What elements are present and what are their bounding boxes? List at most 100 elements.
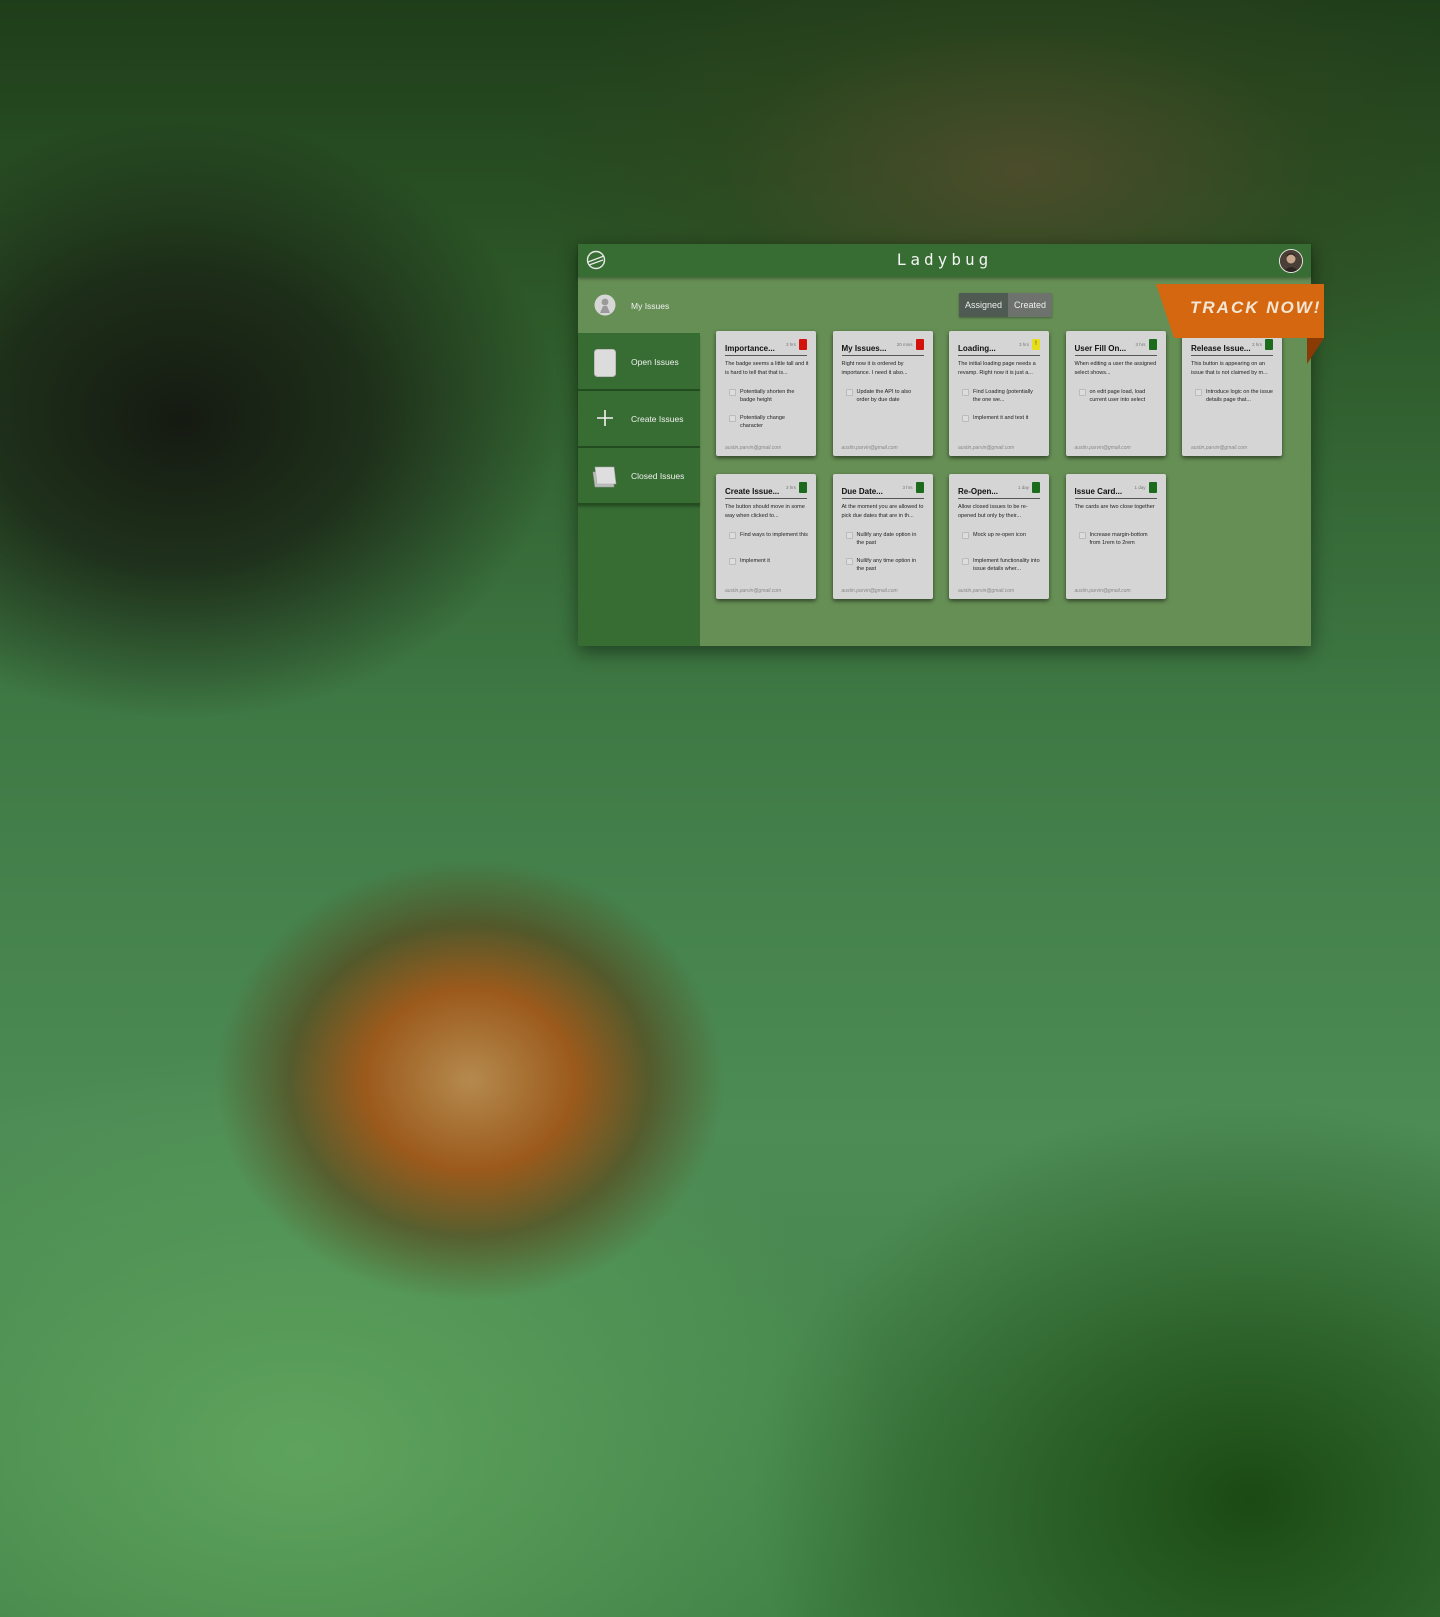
task-checkbox[interactable] — [1078, 532, 1086, 539]
card-time: 3 hrs — [902, 485, 913, 490]
task-text: Increase margin-bottom from 1rem to 2rem — [1089, 532, 1148, 546]
card-time: 1 day — [1134, 485, 1146, 490]
task-text: Potentially change character — [740, 415, 785, 429]
task-checkbox[interactable] — [845, 558, 853, 565]
card-assignee-email: austin.parvin@gmail.com — [1191, 445, 1248, 451]
card-description: Allow closed issues to be re-opened but … — [958, 504, 1028, 519]
tab-assigned[interactable]: Assigned — [959, 293, 1009, 317]
sidebar-item-open-issues[interactable]: Open Issues — [578, 334, 700, 391]
sidebar-item-label: My Issues — [631, 301, 670, 311]
card-divider — [725, 498, 807, 499]
card-description: When editing a user the assigned select … — [1074, 361, 1157, 376]
card-icon — [594, 349, 616, 377]
app-title: Ladybug — [896, 250, 993, 269]
importance-badge — [1032, 482, 1040, 493]
view-toggle: Assigned Created — [959, 293, 1053, 317]
sidebar-item-label: Create Issues — [631, 414, 684, 424]
card-description: At the moment you are allowed to pick du… — [841, 504, 924, 519]
tab-created[interactable]: Created — [1008, 293, 1053, 317]
card-divider — [958, 355, 1040, 356]
task-checkbox[interactable] — [1195, 389, 1202, 396]
task-text: Implement it — [740, 558, 770, 564]
sidebar: My Issues Open Issues Create Issues Clos… — [578, 277, 700, 646]
card-assignee-email: austin.parvin@gmail.com — [1074, 445, 1131, 451]
task-checkbox[interactable] — [1078, 389, 1086, 396]
user-avatar[interactable] — [1279, 249, 1303, 273]
card-description: The button should move in some way when … — [725, 504, 805, 519]
card-title: Issue Card... — [1074, 487, 1123, 496]
card-assignee-email: austin.parvin@gmail.com — [958, 588, 1015, 594]
top-bar: Ladybug — [578, 244, 1311, 277]
app-window: Ladybug My Issues Open Issues Create Iss… — [578, 244, 1324, 646]
card-time: 1 day — [1017, 485, 1029, 490]
stacked-cards-icon — [592, 466, 617, 488]
importance-badge — [799, 339, 807, 350]
importance-badge — [799, 482, 807, 493]
card-divider — [958, 498, 1040, 499]
task-text: on edit page load, load current user int… — [1089, 389, 1146, 403]
issue-card[interactable]: Create Issue... 3 hrs The button should mo… — [716, 474, 816, 599]
task-checkbox[interactable] — [845, 532, 853, 539]
card-description: The cards are two close together — [1074, 504, 1155, 510]
task-text: Introduce logic on the issue details pag… — [1206, 389, 1273, 403]
task-text: Nullify any time option in the past — [856, 558, 917, 572]
sidebar-item-label: Open Issues — [631, 357, 679, 367]
importance-badge — [915, 339, 924, 350]
task-checkbox[interactable] — [845, 389, 853, 396]
task-checkbox[interactable] — [729, 389, 736, 396]
card-assignee-email: austin.parvin@gmail.com — [841, 588, 898, 594]
issue-card[interactable]: My Issues... 20 mins Right now it is order… — [832, 331, 933, 456]
card-title: User Fill On... — [1074, 344, 1127, 353]
task-text: Potentially shorten the badge height — [740, 389, 795, 403]
card-time: 3 hrs — [1018, 342, 1029, 347]
card-divider — [1074, 355, 1157, 356]
card-time: 3 hrs — [785, 485, 796, 490]
task-checkbox[interactable] — [729, 558, 736, 565]
task-checkbox[interactable] — [729, 532, 736, 539]
task-text: Implement it and test it — [973, 415, 1029, 421]
task-checkbox[interactable] — [962, 389, 969, 396]
issue-card[interactable]: Re-Open... 1 day Allow closed issues to be… — [949, 474, 1049, 599]
task-text: Nullify any date option in the past — [856, 532, 917, 546]
sidebar-item-create-issues[interactable]: Create Issues — [578, 391, 700, 448]
card-divider — [841, 498, 924, 499]
sidebar-item-label: Closed Issues — [631, 471, 685, 481]
card-title: Due Date... — [841, 487, 883, 496]
issue-card[interactable]: User Fill On... 3 hrs When editing a user … — [1065, 331, 1166, 456]
user-icon — [594, 294, 616, 316]
card-assignee-email: austin.parvin@gmail.com — [725, 445, 782, 451]
ribbon-shape — [1156, 284, 1324, 364]
issue-card[interactable]: Loading... 3 hrs! The initial loading page… — [949, 331, 1049, 456]
sidebar-item-my-issues[interactable]: My Issues — [578, 277, 700, 333]
card-title: My Issues... — [841, 344, 887, 353]
issue-card[interactable]: Issue Card... 1 day The cards are two clos… — [1065, 474, 1166, 599]
card-title: Importance... — [725, 344, 775, 353]
card-time: 3 hrs — [1135, 342, 1146, 347]
card-divider — [841, 355, 924, 356]
card-description: The badge seems a little tall and it is … — [725, 361, 809, 376]
track-now-banner[interactable]: TRACK NOW! — [1156, 284, 1324, 364]
issue-card[interactable]: Importance... 3 hrs The badge seems a litt… — [716, 331, 816, 456]
issue-card[interactable]: Due Date... 3 hrs At the moment you are al… — [832, 474, 933, 599]
sidebar-item-closed-issues[interactable]: Closed Issues — [578, 448, 700, 505]
task-text: Find Loading (potentially the one we... — [973, 389, 1033, 403]
plus-icon — [597, 410, 613, 426]
task-text: Update the API to also order by due date — [856, 389, 912, 403]
card-description: Right now it is ordered by importance. I… — [841, 361, 908, 376]
card-title: Create Issue... — [725, 487, 780, 496]
task-checkbox[interactable] — [962, 415, 969, 422]
task-text: Implement functionality into issue detai… — [973, 558, 1040, 572]
card-assignee-email: austin.parvin@gmail.com — [958, 445, 1015, 451]
card-description: The initial loading page needs a revamp.… — [958, 361, 1036, 376]
task-checkbox[interactable] — [962, 558, 969, 565]
card-divider — [1074, 498, 1157, 499]
card-time: 3 hrs — [785, 342, 796, 347]
card-assignee-email: austin.parvin@gmail.com — [1074, 588, 1131, 594]
importance-badge — [915, 482, 924, 493]
importance-badge — [1148, 482, 1157, 493]
task-checkbox[interactable] — [729, 415, 736, 422]
card-title: Re-Open... — [958, 487, 999, 496]
task-checkbox[interactable] — [962, 532, 969, 539]
task-text: Mock up re-open icon — [973, 532, 1026, 538]
card-assignee-email: austin.parvin@gmail.com — [725, 588, 782, 594]
